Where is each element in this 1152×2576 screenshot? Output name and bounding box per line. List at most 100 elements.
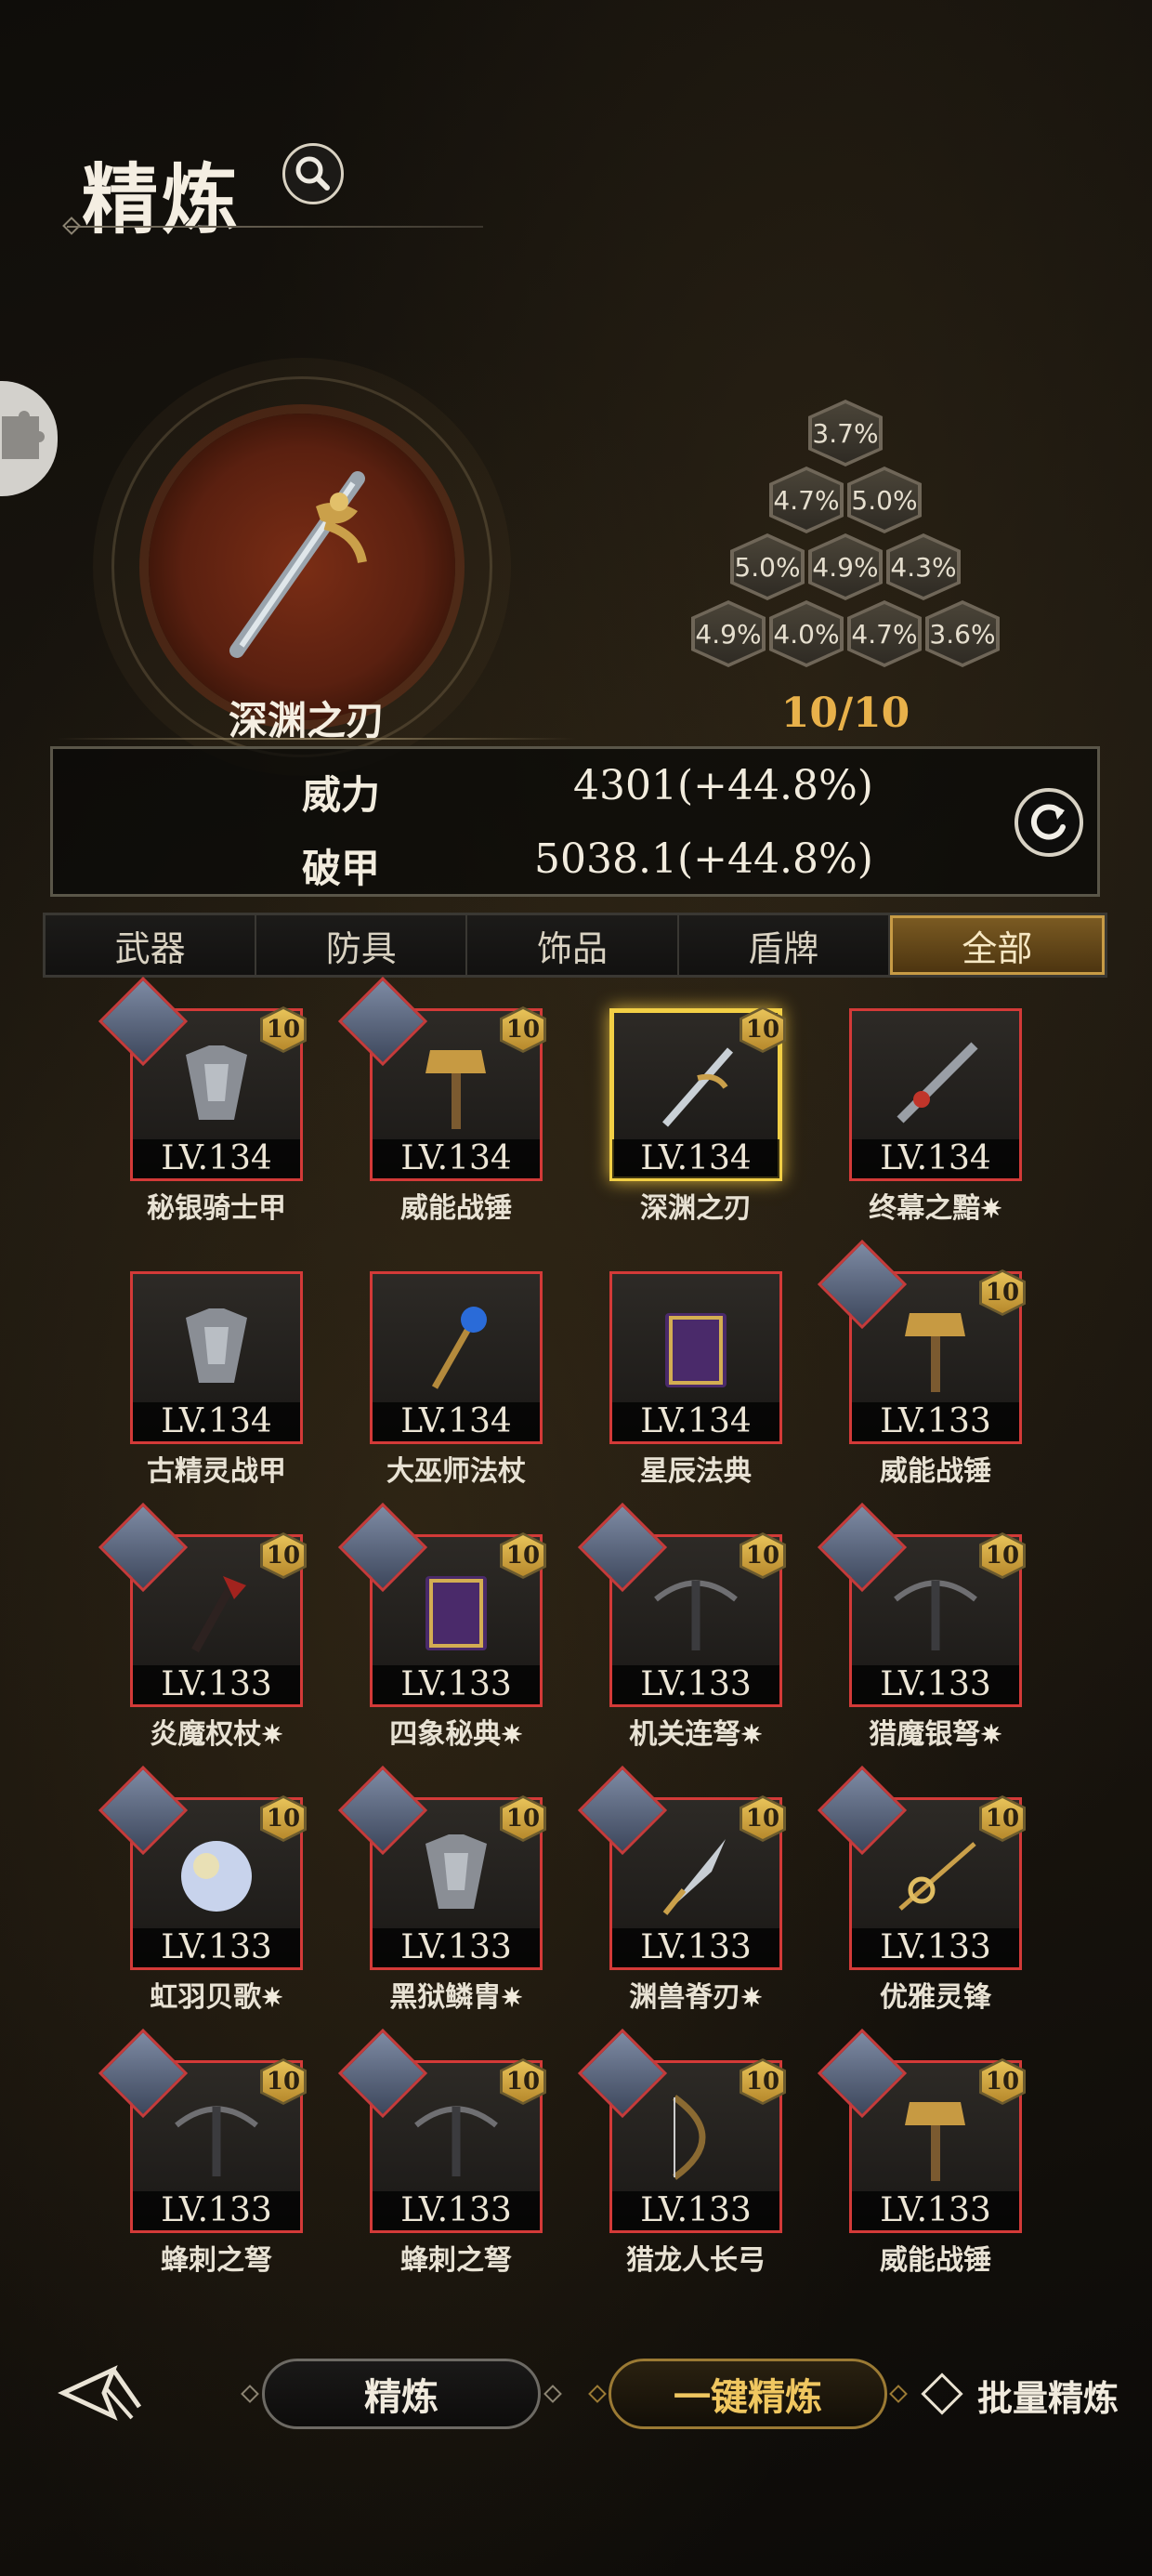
puzzle-icon[interactable] — [0, 381, 58, 496]
item-card[interactable]: LV.134 — [130, 1271, 303, 1444]
item-card[interactable]: LV.134 — [849, 1008, 1022, 1181]
item-name: 秘银骑士甲 — [147, 1192, 286, 1225]
hex-cell: 4.3% — [886, 533, 961, 600]
tab-armor[interactable]: 防具 — [256, 915, 468, 975]
item-card[interactable]: LV.133 10 — [817, 1765, 1026, 1970]
stat-label-armor-break: 破甲 — [302, 846, 381, 891]
item-name: 大巫师法杖 — [386, 1455, 526, 1488]
item-card[interactable]: LV.133 10 — [817, 2028, 1026, 2233]
item-level: LV.133 — [612, 1665, 779, 1704]
item-card[interactable]: LV.133 10 — [98, 1502, 307, 1707]
item-level: LV.133 — [852, 1928, 1019, 1967]
item-name: 机关连弩✷ — [629, 1718, 763, 1751]
tab-shield[interactable]: 盾牌 — [678, 915, 890, 975]
hex-cell: 4.9% — [808, 533, 883, 600]
item-card[interactable]: LV.133 10 — [337, 1502, 546, 1707]
item-level: LV.133 — [133, 1665, 300, 1704]
crossbow-icon — [167, 2088, 266, 2187]
hex-cell: 4.0% — [769, 600, 844, 667]
item-name: 深渊之刃 — [640, 1192, 752, 1225]
item-name: 优雅灵锋 — [880, 1981, 991, 2014]
item-name: 蜂刺之弩 — [400, 2244, 512, 2277]
item-card[interactable]: LV.134 — [609, 1271, 782, 1444]
stats-panel: 威力 4301(+44.8%) 破甲 5038.1(+44.8%) — [50, 746, 1100, 897]
page-title: 精炼 — [82, 155, 242, 244]
hex-cell: 4.9% — [691, 600, 766, 667]
item-name: 炎魔权杖✷ — [150, 1718, 283, 1751]
stat-value-armor-break: 5038.1(+44.8%) — [534, 835, 873, 883]
item-card[interactable]: LV.133 10 — [817, 1239, 1026, 1444]
item-level: LV.134 — [612, 1402, 779, 1441]
item-name: 四象秘典✷ — [389, 1718, 523, 1751]
orb-icon — [167, 1825, 266, 1924]
item-level: LV.133 — [373, 2191, 540, 2230]
dagger-icon — [229, 471, 367, 658]
back-arrow-icon[interactable] — [58, 2360, 149, 2425]
item-card[interactable]: LV.133 10 — [337, 1765, 546, 1970]
item-name: 虹羽贝歌✷ — [150, 1981, 283, 2014]
batch-refine-checkbox[interactable] — [921, 2372, 963, 2415]
staff-icon — [407, 1299, 505, 1398]
scepter-icon — [167, 1562, 266, 1661]
item-level: LV.133 — [133, 2191, 300, 2230]
dagger-icon — [647, 1036, 745, 1135]
item-card[interactable]: LV.133 10 — [817, 1502, 1026, 1707]
refine-progress: 10/10 — [780, 690, 910, 737]
item-name: 威能战锤 — [400, 1192, 512, 1225]
item-level: LV.133 — [373, 1665, 540, 1704]
hex-cell: 4.7% — [769, 467, 844, 533]
blade-icon — [647, 1825, 745, 1924]
button-ornament — [889, 2385, 908, 2403]
bow-icon — [647, 2088, 745, 2187]
search-button[interactable] — [282, 143, 344, 204]
item-card[interactable]: LV.133 10 — [577, 1502, 786, 1707]
category-tabs: 武器 防具 饰品 盾牌 全部 — [43, 913, 1107, 978]
item-card[interactable]: LV.134 10 — [337, 976, 546, 1181]
batch-refine-label[interactable]: 批量精炼 — [977, 2370, 1119, 2421]
item-level: LV.134 — [133, 1139, 300, 1178]
tab-all[interactable]: 全部 — [889, 915, 1106, 975]
hex-cell: 5.0% — [730, 533, 805, 600]
item-card[interactable]: LV.133 10 — [577, 2028, 786, 2233]
book-icon — [407, 1562, 505, 1661]
featured-wheel — [149, 414, 455, 720]
item-name: 猎龙人长弓 — [626, 2244, 766, 2277]
star-icon: ✷ — [740, 1982, 763, 2013]
magnifier-icon — [295, 156, 330, 191]
item-name: 威能战锤 — [880, 2244, 991, 2277]
item-card[interactable]: LV.134 10 — [609, 1006, 786, 1181]
refresh-icon — [1030, 804, 1066, 840]
star-icon: ✷ — [261, 1982, 283, 2013]
rapier-icon — [886, 1825, 985, 1924]
item-card[interactable]: LV.133 10 — [577, 1765, 786, 1970]
item-level: LV.134 — [373, 1139, 540, 1178]
featured-divider — [56, 738, 576, 740]
tab-accessory[interactable]: 饰品 — [467, 915, 679, 975]
button-ornament — [241, 2385, 259, 2403]
refine-button[interactable]: 精炼 — [262, 2359, 541, 2429]
hex-cell: 3.6% — [925, 600, 1000, 667]
armor-icon — [167, 1299, 266, 1398]
item-name: 渊兽脊刃✷ — [629, 1981, 763, 2014]
star-icon: ✷ — [501, 1982, 523, 2013]
refresh-button[interactable] — [1015, 788, 1083, 857]
item-card[interactable]: LV.133 10 — [98, 1765, 307, 1970]
hammer-icon — [886, 1299, 985, 1398]
item-card[interactable]: LV.133 10 — [337, 2028, 546, 2233]
item-level: LV.134 — [612, 1139, 779, 1178]
sword-icon — [886, 1036, 985, 1135]
item-card[interactable]: LV.134 10 — [98, 976, 307, 1181]
item-name: 古精灵战甲 — [147, 1455, 286, 1488]
item-name: 威能战锤 — [880, 1455, 991, 1488]
item-level: LV.133 — [612, 1928, 779, 1967]
hex-cell: 3.7% — [808, 400, 883, 467]
item-name: 星辰法典 — [640, 1455, 752, 1488]
item-level: LV.133 — [612, 2191, 779, 2230]
book-icon — [647, 1299, 745, 1398]
one-key-refine-button[interactable]: 一键精炼 — [609, 2359, 887, 2429]
item-card[interactable]: LV.133 10 — [98, 2028, 307, 2233]
armor-icon — [407, 1825, 505, 1924]
tab-weapon[interactable]: 武器 — [46, 915, 257, 975]
item-card[interactable]: LV.134 — [370, 1271, 543, 1444]
hammer-icon — [407, 1036, 505, 1135]
